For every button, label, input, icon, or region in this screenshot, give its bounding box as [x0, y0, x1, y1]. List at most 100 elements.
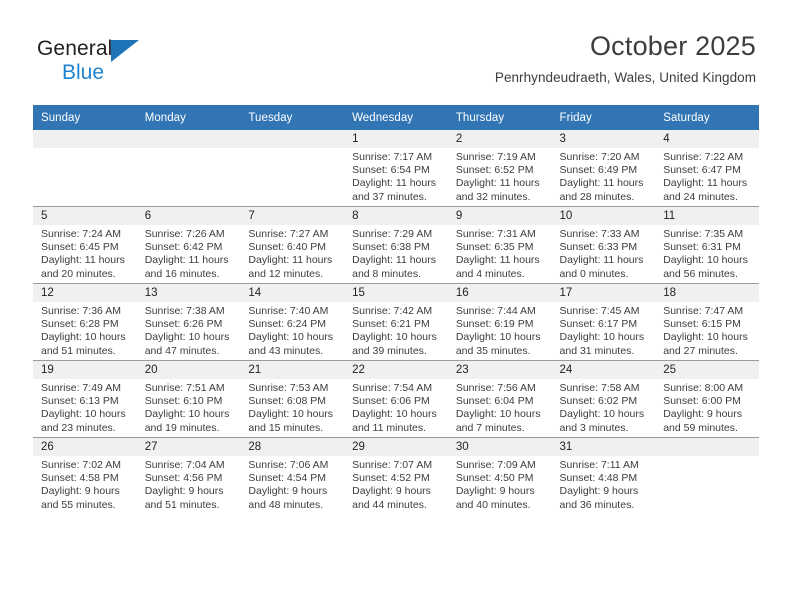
weekday-header-tuesday: Tuesday — [240, 105, 345, 130]
sunset-text: Sunset: 6:33 PM — [559, 241, 638, 254]
day-details — [33, 148, 137, 151]
sunset-text: Sunset: 6:19 PM — [455, 318, 534, 331]
day-details: Sunrise: 7:22 AM Sunset: 6:47 PM Daylight:… — [655, 148, 759, 204]
day-details: Sunrise: 7:38 AM Sunset: 6:26 PM Daylight:… — [137, 302, 241, 358]
calendar-day-cell[interactable]: 2 Sunrise: 7:19 AM Sunset: 6:52 PM Daylight… — [447, 130, 552, 207]
sunset-text: Sunset: 6:52 PM — [455, 164, 534, 177]
calendar-day-cell[interactable]: 29 Sunrise: 7:07 AM Sunset: 4:52 PM Dayligh… — [344, 437, 448, 514]
sunrise-text: Sunrise: 7:49 AM — [41, 382, 121, 394]
calendar-day-cell[interactable]: 20 Sunrise: 7:51 AM Sunset: 6:10 PM Dayligh… — [136, 360, 241, 438]
day-details: Sunrise: 8:00 AM Sunset: 6:00 PM Daylight:… — [655, 379, 759, 435]
calendar-day-cell[interactable]: 5 Sunrise: 7:24 AM Sunset: 6:45 PM Daylight… — [33, 206, 137, 284]
weekday-header-friday: Friday — [551, 105, 656, 130]
daylight-text-line1: Daylight: 11 hours — [352, 177, 436, 190]
sunrise-text: Sunrise: 7:31 AM — [455, 228, 536, 240]
sunset-text: Sunset: 6:45 PM — [41, 241, 119, 254]
day-number: 15 — [344, 284, 448, 302]
daylight-text-line1: Daylight: 11 hours — [41, 254, 125, 267]
logo-text-general: General — [37, 37, 113, 60]
daylight-text-line1: Daylight: 10 hours — [144, 331, 230, 344]
weekday-header-saturday: Saturday — [655, 105, 759, 130]
calendar-day-cell[interactable]: 13 Sunrise: 7:38 AM Sunset: 6:26 PM Dayligh… — [136, 283, 241, 361]
calendar-day-cell[interactable]: 1 Sunrise: 7:17 AM Sunset: 6:54 PM Daylight… — [344, 130, 448, 207]
calendar-day-cell[interactable]: 12 Sunrise: 7:36 AM Sunset: 6:28 PM Dayligh… — [33, 283, 137, 361]
sunrise-text: Sunrise: 7:02 AM — [41, 459, 121, 471]
sunrise-text: Sunrise: 7:42 AM — [352, 305, 433, 317]
sunset-text: Sunset: 6:26 PM — [144, 318, 223, 331]
calendar-day-cell-empty — [136, 130, 241, 207]
daylight-text-line1: Daylight: 10 hours — [559, 331, 645, 344]
calendar-day-cell[interactable]: 6 Sunrise: 7:26 AM Sunset: 6:42 PM Daylight… — [136, 206, 241, 284]
daylight-text-line1: Daylight: 9 hours — [455, 485, 535, 498]
daylight-text-line1: Daylight: 9 hours — [144, 485, 224, 498]
day-number: 26 — [33, 438, 137, 456]
calendar-day-cell[interactable]: 25 Sunrise: 8:00 AM Sunset: 6:00 PM Dayligh… — [655, 360, 759, 438]
daylight-text-line2: and 23 minutes. — [41, 421, 116, 434]
calendar-day-cell[interactable]: 17 Sunrise: 7:45 AM Sunset: 6:17 PM Dayligh… — [551, 283, 656, 361]
sunset-text: Sunset: 6:38 PM — [352, 241, 430, 254]
day-number: 16 — [447, 284, 552, 302]
day-number: 5 — [33, 207, 137, 225]
calendar-day-cell[interactable]: 21 Sunrise: 7:53 AM Sunset: 6:08 PM Dayligh… — [240, 360, 345, 438]
day-number: 25 — [655, 361, 759, 379]
sunset-text: Sunset: 6:35 PM — [455, 241, 534, 254]
day-number: 22 — [344, 361, 448, 379]
daylight-text-line1: Daylight: 10 hours — [144, 408, 230, 421]
daylight-text-line1: Daylight: 10 hours — [41, 408, 126, 421]
sunrise-text: Sunrise: 7:11 AM — [559, 459, 639, 471]
calendar-day-cell[interactable]: 11 Sunrise: 7:35 AM Sunset: 6:31 PM Dayligh… — [655, 206, 759, 284]
calendar-day-cell[interactable]: 9 Sunrise: 7:31 AM Sunset: 6:35 PM Daylight… — [447, 206, 552, 284]
sunrise-text: Sunrise: 7:47 AM — [663, 305, 744, 317]
calendar-day-cell[interactable]: 26 Sunrise: 7:02 AM Sunset: 4:58 PM Dayligh… — [33, 437, 137, 514]
general-blue-logo[interactable]: General Blue — [37, 36, 217, 88]
calendar-day-cell[interactable]: 7 Sunrise: 7:27 AM Sunset: 6:40 PM Daylight… — [240, 206, 345, 284]
day-details: Sunrise: 7:17 AM Sunset: 6:54 PM Daylight:… — [344, 148, 448, 204]
sunrise-text: Sunrise: 7:51 AM — [144, 382, 225, 394]
sunset-text: Sunset: 4:56 PM — [144, 472, 223, 485]
calendar-day-cell[interactable]: 27 Sunrise: 7:04 AM Sunset: 4:56 PM Dayligh… — [136, 437, 241, 514]
calendar-day-cell[interactable]: 3 Sunrise: 7:20 AM Sunset: 6:49 PM Daylight… — [551, 130, 656, 207]
calendar-day-cell[interactable]: 16 Sunrise: 7:44 AM Sunset: 6:19 PM Dayligh… — [447, 283, 552, 361]
calendar-day-cell-empty — [655, 437, 759, 514]
day-number: 31 — [551, 438, 656, 456]
daylight-text-line2: and 8 minutes. — [352, 267, 421, 280]
calendar-day-cell[interactable]: 14 Sunrise: 7:40 AM Sunset: 6:24 PM Dayligh… — [240, 283, 345, 361]
sunrise-text: Sunrise: 7:54 AM — [352, 382, 433, 394]
daylight-text-line2: and 16 minutes. — [144, 267, 220, 280]
calendar-day-cell[interactable]: 23 Sunrise: 7:56 AM Sunset: 6:04 PM Dayligh… — [447, 360, 552, 438]
sunset-text: Sunset: 6:21 PM — [352, 318, 430, 331]
day-number: 3 — [551, 130, 656, 148]
calendar-day-cell[interactable]: 15 Sunrise: 7:42 AM Sunset: 6:21 PM Dayligh… — [344, 283, 448, 361]
daylight-text-line2: and 20 minutes. — [41, 267, 116, 280]
calendar-week-row: 5 Sunrise: 7:24 AM Sunset: 6:45 PM Daylight… — [33, 206, 759, 284]
day-number: 20 — [136, 361, 241, 379]
weekday-header-thursday: Thursday — [447, 105, 552, 130]
daylight-text-line2: and 51 minutes. — [144, 498, 220, 511]
calendar-day-cell[interactable]: 30 Sunrise: 7:09 AM Sunset: 4:50 PM Dayligh… — [447, 437, 552, 514]
calendar-day-cell[interactable]: 28 Sunrise: 7:06 AM Sunset: 4:54 PM Dayligh… — [240, 437, 345, 514]
day-number: 27 — [136, 438, 241, 456]
daylight-text-line2: and 39 minutes. — [352, 344, 427, 357]
day-number: 11 — [655, 207, 759, 225]
calendar-day-cell[interactable]: 31 Sunrise: 7:11 AM Sunset: 4:48 PM Dayligh… — [551, 437, 656, 514]
sunset-text: Sunset: 6:06 PM — [352, 395, 430, 408]
calendar-day-cell[interactable]: 18 Sunrise: 7:47 AM Sunset: 6:15 PM Dayligh… — [655, 283, 759, 361]
sunset-text: Sunset: 6:47 PM — [663, 164, 741, 177]
calendar-day-cell[interactable]: 10 Sunrise: 7:33 AM Sunset: 6:33 PM Dayligh… — [551, 206, 656, 284]
calendar-day-cell[interactable]: 4 Sunrise: 7:22 AM Sunset: 6:47 PM Daylight… — [655, 130, 759, 207]
daylight-text-line1: Daylight: 10 hours — [455, 408, 541, 421]
sunrise-text: Sunrise: 7:35 AM — [663, 228, 744, 240]
sunrise-text: Sunrise: 7:19 AM — [455, 151, 536, 163]
sunrise-text: Sunrise: 7:20 AM — [559, 151, 640, 163]
daylight-text-line2: and 48 minutes. — [248, 498, 324, 511]
day-details: Sunrise: 7:09 AM Sunset: 4:50 PM Daylight:… — [448, 456, 552, 512]
calendar-day-cell[interactable]: 19 Sunrise: 7:49 AM Sunset: 6:13 PM Dayligh… — [33, 360, 137, 438]
day-number: 28 — [240, 438, 345, 456]
sunset-text: Sunset: 6:10 PM — [144, 395, 223, 408]
day-number: 8 — [344, 207, 448, 225]
calendar-day-cell[interactable]: 8 Sunrise: 7:29 AM Sunset: 6:38 PM Daylight… — [344, 206, 448, 284]
calendar-day-cell[interactable]: 24 Sunrise: 7:58 AM Sunset: 6:02 PM Dayligh… — [551, 360, 656, 438]
calendar-day-cell[interactable]: 22 Sunrise: 7:54 AM Sunset: 6:06 PM Dayligh… — [344, 360, 448, 438]
daylight-text-line1: Daylight: 9 hours — [663, 408, 743, 421]
day-number: 19 — [33, 361, 137, 379]
